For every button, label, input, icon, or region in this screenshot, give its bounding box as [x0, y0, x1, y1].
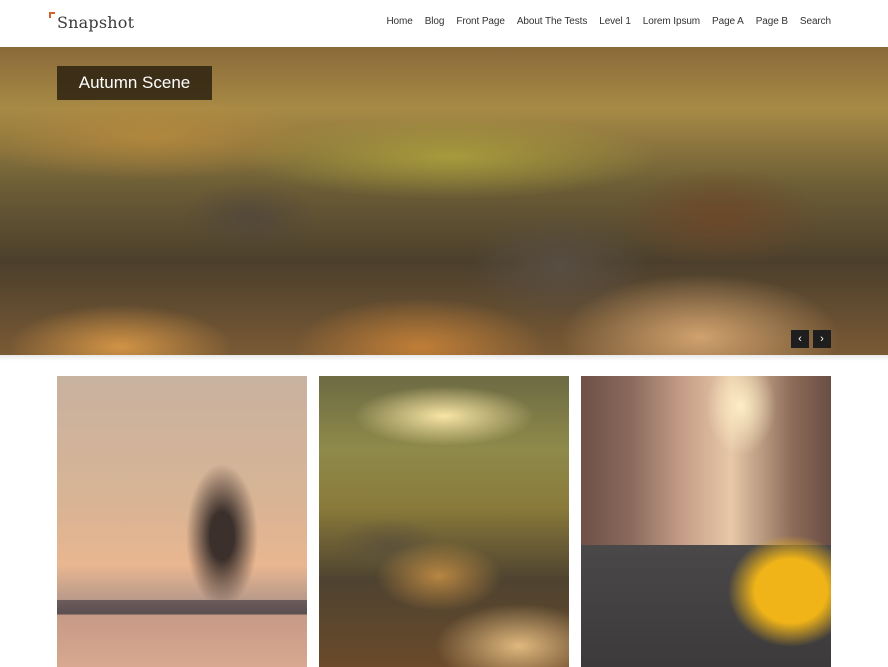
tile-description: Bare tree in snow with park bench at sun… [57, 376, 58, 377]
nav-item-home[interactable]: Home [386, 16, 412, 27]
gallery-tile-city-taxi[interactable]: City street with yellow taxi cab in sunl… [581, 376, 831, 667]
logo-bracket-icon [49, 12, 55, 18]
hero-slider[interactable]: Autumn Scene ‹ › [0, 47, 888, 355]
nav-item-about-the-tests[interactable]: About The Tests [517, 16, 588, 27]
hero-caption[interactable]: Autumn Scene [57, 66, 212, 100]
site-title: Snapshot [57, 13, 135, 32]
nav-item-search[interactable]: Search [800, 16, 831, 27]
site-header: Snapshot Home Blog Front Page About The … [0, 0, 888, 46]
chevron-right-icon: › [820, 333, 824, 345]
nav-item-level-1[interactable]: Level 1 [599, 16, 631, 27]
tile-description: City street with yellow taxi cab in sunl… [581, 376, 582, 377]
hero-divider [0, 355, 888, 361]
nav-item-blog[interactable]: Blog [425, 16, 445, 27]
gallery-tile-autumn-leaves[interactable]: Autumn leaves on grass with sunlight [319, 376, 569, 667]
gallery-tile-winter-tree[interactable]: Bare tree in snow with park bench at sun… [57, 376, 307, 667]
chevron-left-icon: ‹ [798, 333, 802, 345]
tile-description: Autumn leaves on grass with sunlight [319, 376, 320, 377]
nav-item-page-b[interactable]: Page B [756, 16, 788, 27]
slider-next-button[interactable]: › [813, 330, 831, 348]
slider-prev-button[interactable]: ‹ [791, 330, 809, 348]
main-navigation: Home Blog Front Page About The Tests Lev… [386, 16, 831, 27]
nav-item-front-page[interactable]: Front Page [456, 16, 505, 27]
nav-item-lorem-ipsum[interactable]: Lorem Ipsum [643, 16, 700, 27]
nav-item-page-a[interactable]: Page A [712, 16, 744, 27]
